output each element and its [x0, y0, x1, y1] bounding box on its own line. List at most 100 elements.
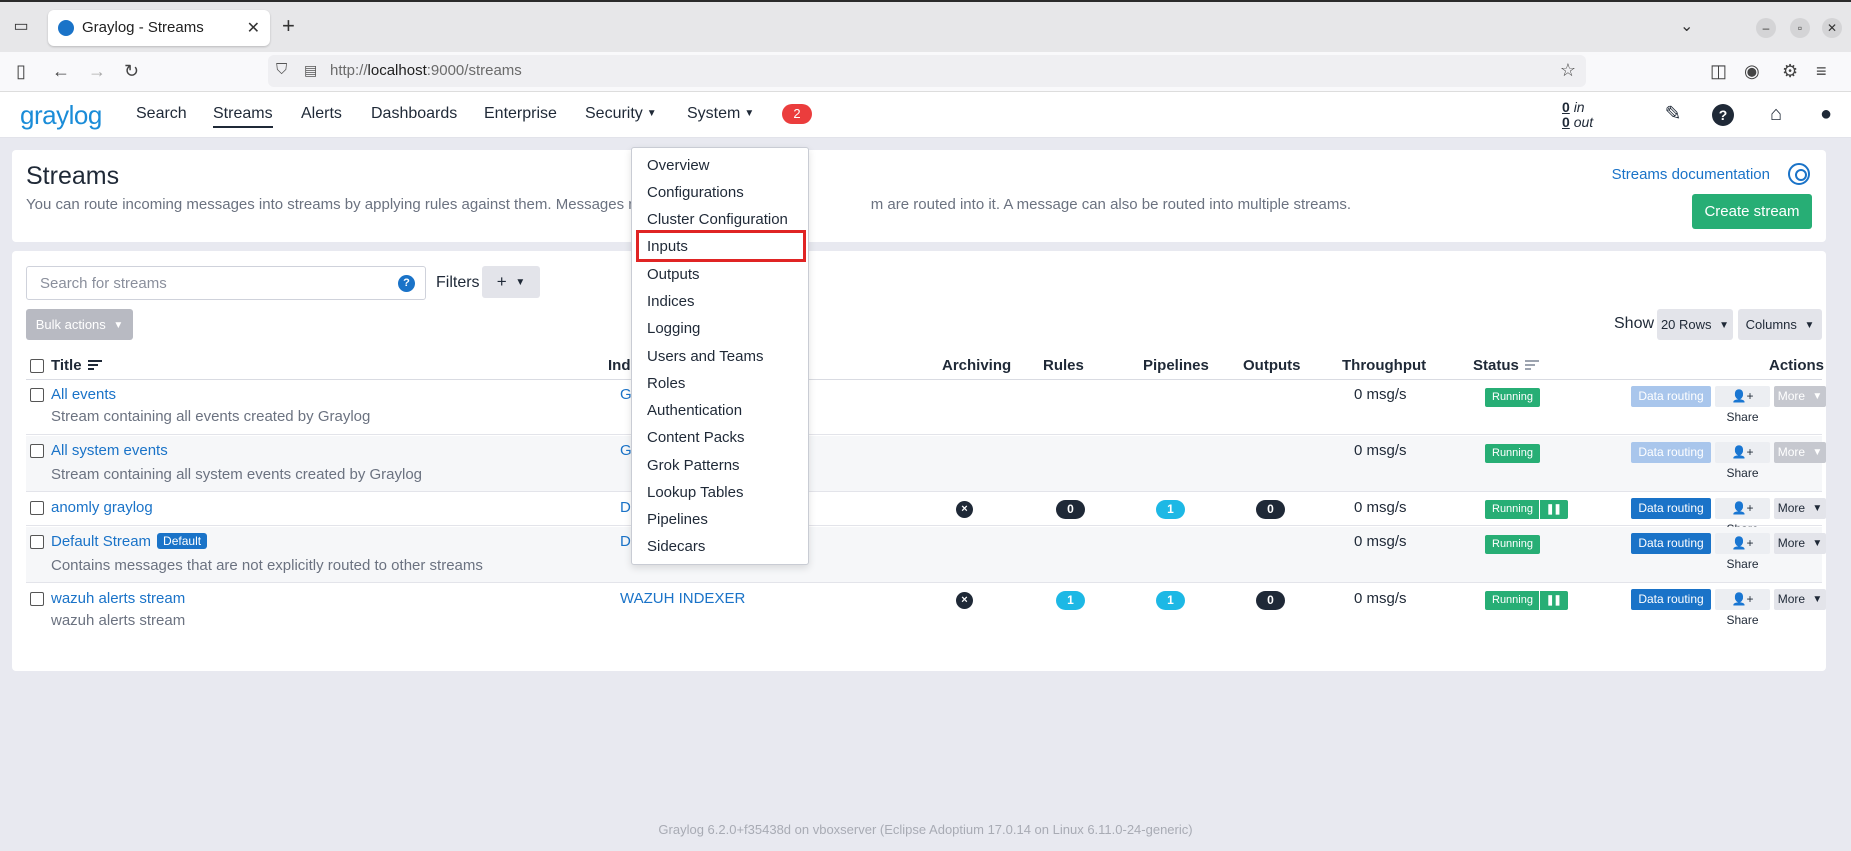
menu-item-sidecars[interactable]: Sidecars: [647, 538, 705, 555]
select-all-checkbox[interactable]: [30, 359, 44, 373]
pipelines-count[interactable]: 1: [1156, 591, 1185, 610]
row-checkbox[interactable]: [30, 501, 44, 515]
shield-icon[interactable]: ⛉: [276, 61, 287, 78]
stream-title-link[interactable]: All events: [51, 386, 116, 403]
browser-tab[interactable]: Graylog - Streams ✕: [48, 10, 270, 46]
pause-icon[interactable]: ❚❚: [1538, 500, 1562, 519]
stream-title-link[interactable]: Default Stream Default: [51, 533, 208, 550]
more-actions-button[interactable]: More ▼: [1774, 442, 1826, 463]
index-set-link[interactable]: WAZUH INDEXER: [620, 590, 745, 607]
status-badge[interactable]: Running ❚❚: [1485, 500, 1568, 519]
bookmark-star-icon[interactable]: ☆: [1560, 60, 1576, 81]
menu-item-authentication[interactable]: Authentication: [647, 402, 742, 419]
more-actions-button[interactable]: More ▼: [1774, 589, 1826, 610]
nav-dashboards[interactable]: Dashboards: [371, 105, 457, 123]
more-actions-button[interactable]: More ▼: [1774, 386, 1826, 407]
menu-icon[interactable]: ≡: [1816, 61, 1827, 81]
data-routing-button[interactable]: Data routing: [1631, 442, 1711, 463]
row-checkbox[interactable]: [30, 592, 44, 606]
menu-item-cluster-configuration[interactable]: Cluster Configuration: [647, 211, 788, 228]
more-actions-button[interactable]: More ▼: [1774, 498, 1826, 519]
add-filter-button[interactable]: + ▼: [482, 266, 540, 298]
help-icon[interactable]: ?: [1712, 104, 1734, 126]
minimize-icon[interactable]: –: [1756, 18, 1776, 38]
data-routing-button[interactable]: Data routing: [1631, 498, 1711, 519]
search-input[interactable]: [28, 268, 388, 298]
menu-item-grok-patterns[interactable]: Grok Patterns: [647, 457, 740, 474]
menu-item-roles[interactable]: Roles: [647, 375, 685, 392]
search-help-icon[interactable]: ?: [398, 275, 415, 292]
rules-count[interactable]: 0: [1056, 500, 1085, 519]
lifebuoy-icon[interactable]: [1788, 163, 1810, 185]
data-routing-button[interactable]: Data routing: [1631, 533, 1711, 554]
chevron-down-icon[interactable]: ⌄: [1680, 16, 1693, 36]
back-arrow-icon[interactable]: ←: [52, 61, 70, 81]
row-checkbox[interactable]: [30, 535, 44, 549]
menu-item-outputs[interactable]: Outputs: [647, 266, 700, 283]
maximize-icon[interactable]: ▫: [1790, 18, 1810, 38]
menu-item-configurations[interactable]: Configurations: [647, 184, 744, 201]
rows-per-page-select[interactable]: 20 Rows ▼: [1657, 309, 1733, 340]
notifications-badge[interactable]: 2: [782, 104, 812, 124]
address-bar[interactable]: ⛉ ▤ http://localhost:9000/streams ☆: [268, 55, 1586, 87]
column-status[interactable]: Status: [1473, 357, 1539, 374]
nav-search[interactable]: Search: [136, 105, 187, 123]
row-checkbox[interactable]: [30, 444, 44, 458]
more-actions-button[interactable]: More ▼: [1774, 533, 1826, 554]
nav-alerts[interactable]: Alerts: [301, 105, 342, 123]
sidebar-toggle-icon[interactable]: ▯: [16, 61, 26, 81]
stream-title-link[interactable]: anomly graylog: [51, 499, 153, 516]
stream-title-link[interactable]: All system events: [51, 442, 168, 459]
page-info-icon[interactable]: ▤: [304, 62, 317, 79]
menu-item-pipelines[interactable]: Pipelines: [647, 511, 708, 528]
menu-item-overview[interactable]: Overview: [647, 157, 710, 174]
graylog-logo[interactable]: graylog: [20, 100, 102, 131]
pocket-icon[interactable]: ◫: [1710, 61, 1727, 81]
account-icon[interactable]: ◉: [1744, 61, 1760, 81]
pause-icon[interactable]: ❚❚: [1538, 591, 1562, 610]
nav-enterprise[interactable]: Enterprise: [484, 105, 557, 123]
streams-documentation-link[interactable]: Streams documentation: [1612, 166, 1770, 183]
sort-icon[interactable]: [87, 360, 102, 372]
rules-count[interactable]: 1: [1056, 591, 1085, 610]
menu-item-content-packs[interactable]: Content Packs: [647, 429, 745, 446]
share-button[interactable]: 👤+ Share: [1715, 589, 1770, 627]
outputs-count[interactable]: 0: [1256, 500, 1285, 519]
new-tab-icon[interactable]: +: [282, 14, 295, 38]
home-icon[interactable]: ⌂: [1764, 102, 1788, 126]
share-button[interactable]: 👤+ Share: [1715, 386, 1770, 424]
column-title[interactable]: Title: [51, 357, 102, 374]
forward-arrow-icon[interactable]: →: [88, 61, 106, 81]
stream-title-link[interactable]: wazuh alerts stream: [51, 590, 185, 607]
nav-system[interactable]: System ▼: [687, 105, 754, 123]
share-button[interactable]: 👤+ Share: [1715, 533, 1770, 571]
row-checkbox[interactable]: [30, 388, 44, 402]
user-icon[interactable]: ●: [1814, 102, 1838, 126]
extensions-icon[interactable]: ⚙: [1782, 61, 1798, 81]
menu-item-users-and-teams[interactable]: Users and Teams: [647, 348, 763, 365]
tab-list-sidebar-icon[interactable]: ▭: [10, 16, 32, 38]
menu-item-indices[interactable]: Indices: [647, 293, 695, 310]
create-stream-button[interactable]: Create stream: [1692, 194, 1812, 229]
status-badge[interactable]: Running ❚❚: [1485, 591, 1568, 610]
edit-scratchpad-icon[interactable]: ✎: [1661, 102, 1685, 126]
throughput-indicator[interactable]: 0 in 0 out: [1562, 100, 1593, 130]
share-button[interactable]: 👤+ Share: [1715, 442, 1770, 480]
nav-streams[interactable]: Streams: [213, 105, 273, 128]
column-index-set: Ind: [608, 357, 631, 374]
window-close-icon[interactable]: ✕: [1822, 18, 1842, 38]
data-routing-button[interactable]: Data routing: [1631, 589, 1711, 610]
bulk-actions-button[interactable]: Bulk actions ▼: [26, 309, 133, 340]
pipelines-count[interactable]: 1: [1156, 500, 1185, 519]
sort-icon[interactable]: [1524, 360, 1539, 372]
url-text[interactable]: http://localhost:9000/streams: [330, 62, 522, 79]
columns-select[interactable]: Columns ▼: [1738, 309, 1822, 340]
reload-icon[interactable]: ↻: [124, 61, 139, 81]
nav-security[interactable]: Security ▼: [585, 105, 657, 123]
close-tab-icon[interactable]: ✕: [247, 18, 260, 38]
share-button[interactable]: 👤+ Share: [1715, 498, 1770, 536]
menu-item-lookup-tables[interactable]: Lookup Tables: [647, 484, 743, 501]
menu-item-logging[interactable]: Logging: [647, 320, 700, 337]
data-routing-button[interactable]: Data routing: [1631, 386, 1711, 407]
outputs-count[interactable]: 0: [1256, 591, 1285, 610]
